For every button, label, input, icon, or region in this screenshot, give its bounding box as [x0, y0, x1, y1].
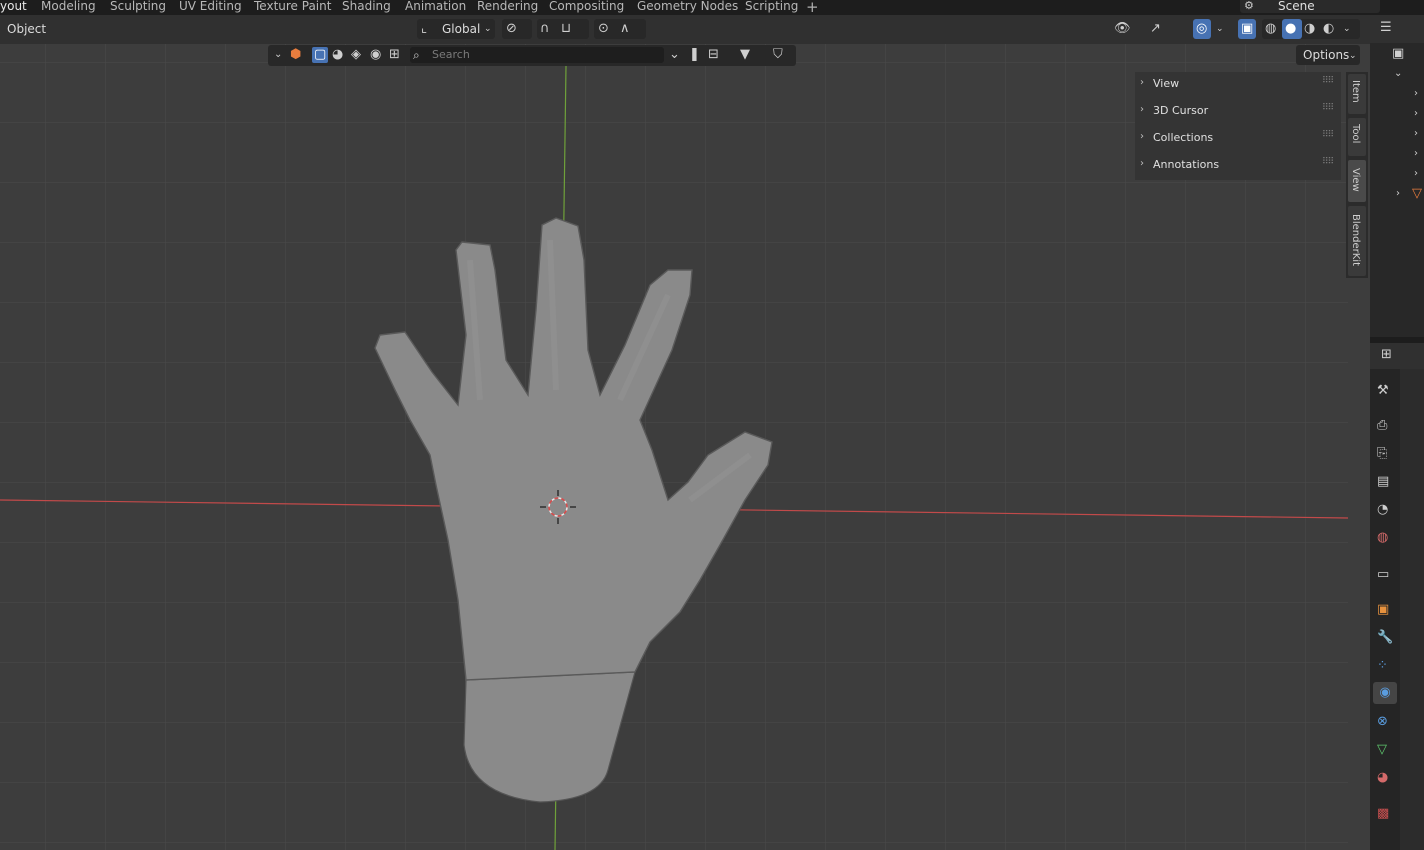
overlays-icon: ◎ [1196, 21, 1208, 36]
visibility-icon[interactable]: 👁 [1114, 21, 1131, 37]
drag-handle-icon[interactable]: ⠿⠿ [1322, 157, 1334, 167]
particles-icon[interactable]: ⁘ [1377, 659, 1388, 673]
tree-chevron-icon[interactable]: › [1414, 146, 1418, 162]
tab-blenderkit-label: BlenderKit [1350, 214, 1361, 266]
chevron-right-icon[interactable]: › [1140, 77, 1144, 88]
expand-chevron-icon[interactable]: ⌄ [1394, 66, 1402, 82]
snap-increment-icon[interactable]: ⊔ [561, 21, 571, 37]
object-icon[interactable]: ▣ [1377, 603, 1389, 617]
select-box-icon: ▢ [314, 47, 327, 62]
options-chevron-icon: ⌄ [1349, 51, 1357, 61]
tab-tool-label: Tool [1350, 124, 1361, 144]
tab-shading[interactable]: Shading [342, 0, 391, 15]
interaction-mode-dropdown[interactable]: Object [7, 22, 46, 36]
tab-view-label: View [1350, 168, 1361, 192]
tab-uv-editing[interactable]: UV Editing [179, 0, 242, 15]
gizmo-icon[interactable]: ↗ [1150, 21, 1161, 37]
texture-icon[interactable]: ▩ [1377, 807, 1389, 821]
view-layer-icon[interactable]: ▤ [1377, 475, 1389, 489]
tab-sculpting[interactable]: Sculpting [110, 0, 166, 15]
tab-modeling[interactable]: Modeling [41, 0, 96, 15]
mesh-object-icon[interactable]: ▽ [1412, 186, 1422, 202]
tab-compositing[interactable]: Compositing [549, 0, 624, 15]
object-type-icon[interactable]: ⬢ [290, 47, 301, 63]
material-icon[interactable]: ◕ [1377, 771, 1388, 785]
falloff-icon[interactable]: ∧ [620, 21, 630, 37]
funnel-icon[interactable]: ▼ [740, 47, 750, 63]
tree-chevron-icon[interactable]: › [1414, 106, 1418, 122]
tab-animation[interactable]: Animation [405, 0, 466, 15]
render-icon[interactable]: ⎙ [1377, 419, 1387, 433]
properties-header [1370, 343, 1424, 369]
panel-3d-cursor[interactable]: 3D Cursor [1153, 104, 1208, 117]
chevron-right-icon[interactable]: › [1140, 158, 1144, 169]
add-workspace-icon[interactable]: + [806, 0, 819, 16]
collection-icon[interactable]: ▭ [1377, 568, 1389, 582]
data-icon[interactable]: ▽ [1377, 743, 1387, 757]
tree-chevron-icon[interactable]: › [1414, 126, 1418, 142]
light-filter-icon[interactable]: ◈ [351, 47, 361, 63]
camera-filter-icon[interactable]: ◉ [370, 47, 381, 63]
tree-chevron-icon[interactable]: › [1396, 186, 1400, 202]
rendered-shading-icon[interactable]: ◐ [1323, 21, 1334, 37]
viewport-header [0, 15, 1370, 44]
search-icon: ⌕ [413, 48, 420, 62]
panel-view[interactable]: View [1153, 77, 1179, 90]
scene-collection-icon: ▣ [1392, 46, 1405, 61]
orientation-label: Global [442, 22, 481, 36]
properties-content [1400, 369, 1424, 850]
filter-chevron-icon[interactable]: ⌄ [669, 47, 680, 63]
shading-chevron-icon[interactable]: ⌄ [1343, 21, 1351, 37]
xray-icon: ▣ [1241, 21, 1254, 36]
output-icon[interactable]: ⎘ [1377, 447, 1387, 461]
solid-shading-icon: ● [1285, 21, 1297, 36]
outliner-editor-icon[interactable]: ☰ [1380, 20, 1392, 36]
tool-icon[interactable]: ⚒ [1377, 384, 1389, 398]
mesh-filter-icon[interactable]: ◕ [332, 47, 343, 63]
tree-chevron-icon[interactable]: › [1414, 86, 1418, 102]
scene-props-icon[interactable]: ◔ [1377, 503, 1388, 517]
search-placeholder: Search [432, 48, 470, 61]
proportional-edit-icon[interactable]: ⊙ [598, 21, 609, 37]
material-preview-icon[interactable]: ◑ [1304, 21, 1315, 37]
tab-rendering[interactable]: Rendering [477, 0, 538, 15]
snap-icon[interactable]: ∩ [540, 21, 550, 37]
pivot-icon: ⊘ [506, 21, 517, 36]
constraints-icon[interactable]: ⊗ [1377, 715, 1388, 729]
world-icon[interactable]: ◍ [1377, 531, 1388, 545]
layout-icon[interactable]: ⊟ [708, 47, 719, 63]
tab-layout[interactable]: yout [0, 0, 27, 15]
properties-editor-icon[interactable]: ⊞ [1381, 347, 1392, 363]
modifier-icon[interactable]: 🔧 [1377, 631, 1393, 645]
drag-handle-icon[interactable]: ⠿⠿ [1322, 130, 1334, 140]
bookmark-icon[interactable]: ❚ [689, 47, 700, 63]
physics-icon[interactable]: ◉ [1373, 682, 1397, 704]
tab-item-label: Item [1350, 80, 1361, 103]
tab-geometry-nodes[interactable]: Geometry Nodes [637, 0, 738, 15]
tree-chevron-icon[interactable]: › [1414, 166, 1418, 182]
panel-annotations[interactable]: Annotations [1153, 158, 1219, 171]
outliner-header [1370, 15, 1424, 43]
options-label: Options [1303, 48, 1350, 62]
chevron-right-icon[interactable]: › [1140, 104, 1144, 115]
empty-filter-icon[interactable]: ⊞ [389, 47, 400, 63]
tab-texture-paint[interactable]: Texture Paint [254, 0, 331, 15]
drag-handle-icon[interactable]: ⠿⠿ [1322, 103, 1334, 113]
chevron-down-icon: ⌄ [484, 24, 492, 34]
wireframe-shading-icon[interactable]: ◍ [1265, 21, 1276, 37]
chevron-right-icon[interactable]: › [1140, 131, 1144, 142]
orientation-icon: ⌞ [421, 21, 428, 36]
overlays-chevron-icon[interactable]: ⌄ [1216, 21, 1224, 37]
scene-name: Scene [1278, 0, 1315, 13]
panel-collections[interactable]: Collections [1153, 131, 1213, 144]
tab-scripting[interactable]: Scripting [745, 0, 798, 15]
scene-icon: ⚙ [1244, 0, 1254, 12]
drag-handle-icon[interactable]: ⠿⠿ [1322, 76, 1334, 86]
shield-icon[interactable]: ⛉ [773, 47, 783, 63]
collapse-chevron-icon[interactable]: ⌄ [274, 47, 282, 63]
